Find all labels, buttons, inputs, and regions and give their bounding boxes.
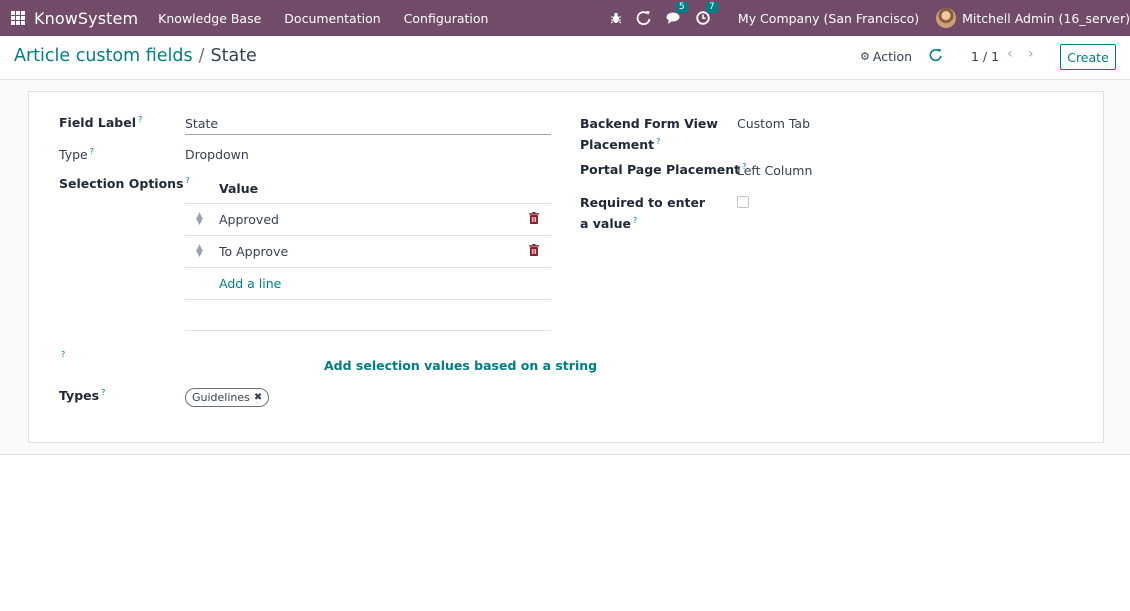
activity-count-badge: 7 [705,2,718,13]
add-selection-from-string-button[interactable]: Add selection values based on a string [324,358,597,373]
control-panel: Article custom fields / State ⚙ Action 1… [0,36,1130,80]
selection-options-table: Value ▲ ▼ Approved ▲ ▼ To Approve Add a li… [185,174,551,300]
selection-table-header: Value [185,174,551,204]
user-name: Mitchell Admin (16_server) [962,10,1130,26]
help-icon[interactable]: ? [101,388,105,397]
breadcrumb-current: State [210,46,257,66]
action-button[interactable]: ⚙ Action [860,49,912,64]
drag-handle-icon[interactable]: ▲ ▼ [196,212,203,227]
refresh-icon[interactable] [636,10,652,26]
avatar [936,8,957,28]
help-icon[interactable]: ? [138,115,142,124]
row-value[interactable]: Approved [219,212,279,227]
close-icon[interactable]: ✖ [254,392,262,403]
drag-handle-icon[interactable]: ▲ ▼ [196,244,203,259]
breadcrumb-separator: / [198,46,205,66]
type-value: Dropdown [185,147,249,162]
gear-icon: ⚙ [860,50,870,63]
chat-count-badge: 5 [675,2,688,13]
help-only-label: ? [61,350,65,365]
selection-options-label: Selection Options? [59,176,190,192]
required-checkbox[interactable] [737,196,749,208]
help-icon[interactable]: ? [656,137,660,146]
help-icon[interactable]: ? [61,350,65,359]
chevron-right-icon[interactable]: › [1028,46,1034,62]
menu-knowledge-base[interactable]: Knowledge Base [158,11,261,26]
menu-configuration[interactable]: Configuration [404,11,489,26]
action-label: Action [872,49,913,64]
backend-placement-label: Backend Form View Placement? [580,116,718,153]
field-label-input[interactable]: State [185,116,218,131]
top-navbar: KnowSystem Knowledge Base Documentation … [0,0,1130,36]
table-row[interactable]: ▲ ▼ Approved [185,204,551,236]
add-line-row: Add a line [185,268,551,300]
trash-icon[interactable] [529,212,539,227]
discard-changes-icon[interactable] [929,48,943,65]
portal-placement-label: Portal Page Placement? [580,162,747,178]
apps-grid-icon[interactable] [11,11,25,25]
required-label: Required to enter a value? [580,195,706,232]
field-label-input-underline [185,134,551,135]
help-icon[interactable]: ? [633,216,637,225]
portal-placement-value[interactable]: Left Column [737,163,812,178]
chat-icon[interactable]: 5 [666,2,688,25]
navbar-systray: 5 7 My Company (San Francisco) Mitchell … [610,0,1130,36]
row-value[interactable]: To Approve [219,244,288,259]
menu-documentation[interactable]: Documentation [284,11,380,26]
tag-guidelines: Guidelines ✖ [185,388,270,407]
company-switcher[interactable]: My Company (San Francisco) [738,11,919,26]
selection-table-footer-line [185,330,551,331]
backend-placement-value[interactable]: Custom Tab [737,116,810,131]
add-line-link[interactable]: Add a line [219,276,281,291]
user-menu[interactable]: Mitchell Admin (16_server) [936,8,1130,28]
help-icon[interactable]: ? [90,147,94,156]
tag-label: Guidelines [192,391,250,404]
app-brand[interactable]: KnowSystem [34,9,138,28]
type-label: Type? [59,147,94,163]
breadcrumb-parent-link[interactable]: Article custom fields [14,46,193,66]
chevron-left-icon[interactable]: ‹ [1007,46,1013,62]
create-button[interactable]: Create [1060,44,1116,70]
types-label: Types? [59,388,106,404]
pager-value[interactable]: 1 / 1 [971,49,999,64]
clock-icon[interactable]: 7 [696,2,718,25]
breadcrumb: Article custom fields / State [14,46,257,66]
table-row[interactable]: ▲ ▼ To Approve [185,236,551,268]
trash-icon[interactable] [529,244,539,259]
field-label-label: Field Label? [59,115,143,131]
column-header-value[interactable]: Value [219,181,258,196]
bug-icon[interactable] [610,12,622,24]
